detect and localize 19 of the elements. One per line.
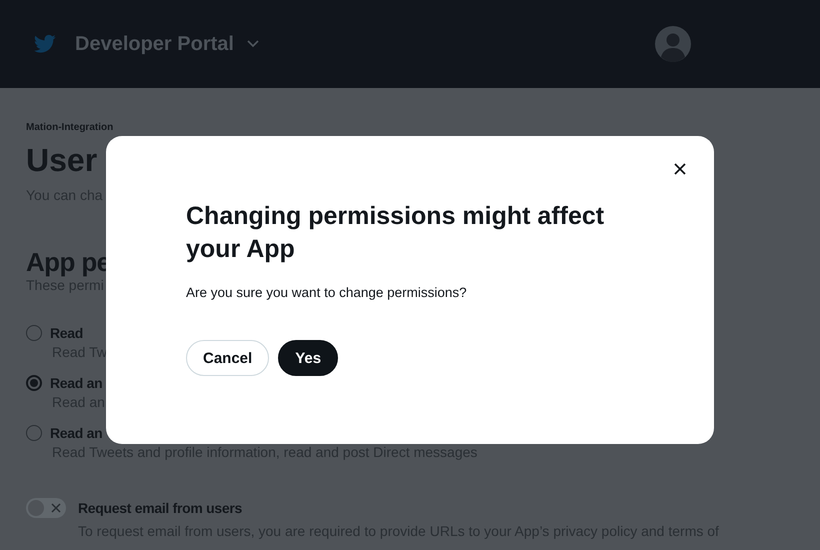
radio-button[interactable] <box>26 325 42 341</box>
toggle-label: Request email from users <box>78 500 242 516</box>
radio-button[interactable] <box>26 425 42 441</box>
confirm-button[interactable]: Yes <box>278 340 338 376</box>
toggle-switch[interactable] <box>26 498 66 518</box>
dialog-message: Are you sure you want to change permissions? <box>186 285 467 300</box>
chevron-down-icon[interactable] <box>246 39 260 49</box>
close-icon[interactable] <box>672 161 688 177</box>
page-title: User <box>26 141 98 179</box>
radio-button[interactable] <box>26 375 42 391</box>
bird-logo-icon <box>34 34 56 54</box>
option-label: Read <box>50 325 84 341</box>
dialog-title: Changing permissions might affect your App <box>186 201 606 265</box>
breadcrumb: Mation-Integration <box>26 122 114 133</box>
cancel-button[interactable]: Cancel <box>186 340 270 376</box>
avatar-icon[interactable] <box>655 26 691 62</box>
option-label: Read an <box>50 375 102 391</box>
option-label: Read an <box>50 425 102 441</box>
x-icon <box>51 503 61 513</box>
